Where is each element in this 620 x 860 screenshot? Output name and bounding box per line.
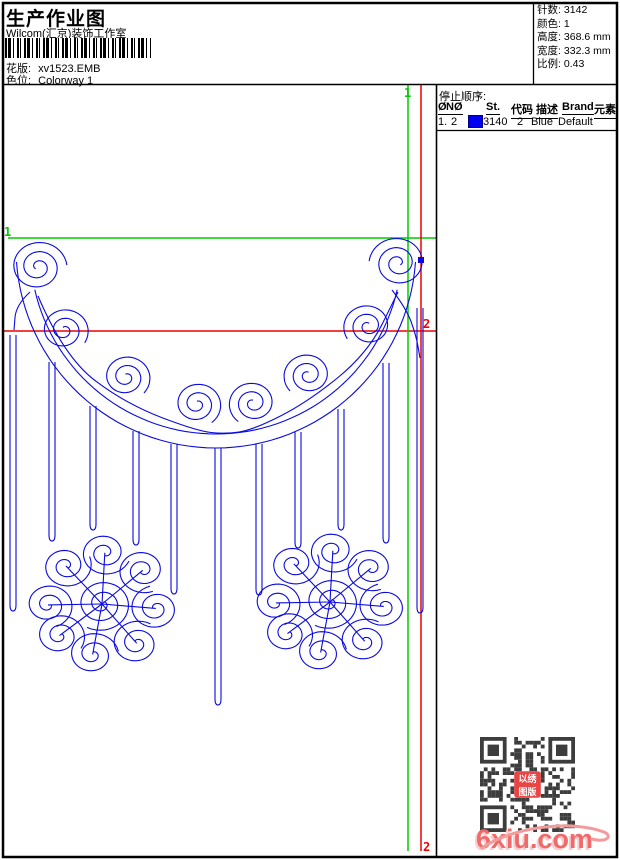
stat-scale: 比例: 0.43 bbox=[537, 58, 585, 70]
watermark: 6xiu.com bbox=[476, 824, 620, 860]
col-header-stitches: St. bbox=[486, 101, 501, 115]
colorway-value: Colorway 1 bbox=[38, 75, 94, 87]
svg-text:2: 2 bbox=[423, 317, 430, 331]
stat-colors: 颜色: 1 bbox=[537, 17, 570, 30]
row-description: Blue bbox=[531, 116, 554, 128]
colorway-line: 色位: Colorway 1 bbox=[6, 72, 93, 88]
stat-height: 高度: 368.6 mm bbox=[537, 31, 611, 43]
colorway-label: 色位: bbox=[6, 75, 32, 87]
svg-text:1: 1 bbox=[4, 225, 11, 239]
stat-width: 宽度: 332.3 mm bbox=[537, 44, 611, 57]
col-header-brand: Brand bbox=[562, 101, 594, 115]
design-stats: 针数: 3142 颜色: 1 高度: 368.6 mm 宽度: 332.3 mm 比例:… bbox=[537, 4, 611, 72]
svg-text:图版: 图版 bbox=[518, 786, 536, 797]
svg-text:1: 1 bbox=[404, 86, 411, 100]
production-worksheet: 生产作业图 Wilcom(汇京)装饰工作室 花版: xv1523.EMB 色位:… bbox=[0, 0, 620, 860]
col-header-element: 元素 bbox=[594, 101, 616, 119]
barcode-icon bbox=[5, 38, 151, 58]
svg-text:2: 2 bbox=[423, 840, 430, 854]
embroidery-design-canvas: 1 1 2 2 以绣图版 bbox=[1, 1, 619, 859]
row-needle: 2 bbox=[451, 116, 458, 128]
row-index: 1. bbox=[438, 116, 448, 128]
svg-text:以绣: 以绣 bbox=[518, 773, 537, 784]
stat-stitches: 针数: 3142 bbox=[537, 4, 588, 16]
qr-code: 以绣图版 bbox=[480, 737, 575, 832]
watermark-text: 6xiu.com bbox=[476, 824, 594, 854]
col-header-needle: NØ bbox=[446, 101, 463, 115]
color-swatch bbox=[468, 115, 483, 128]
row-brand: Default bbox=[558, 116, 593, 128]
row-code: 2 bbox=[517, 116, 524, 128]
row-stitches: 3140 bbox=[483, 116, 508, 128]
